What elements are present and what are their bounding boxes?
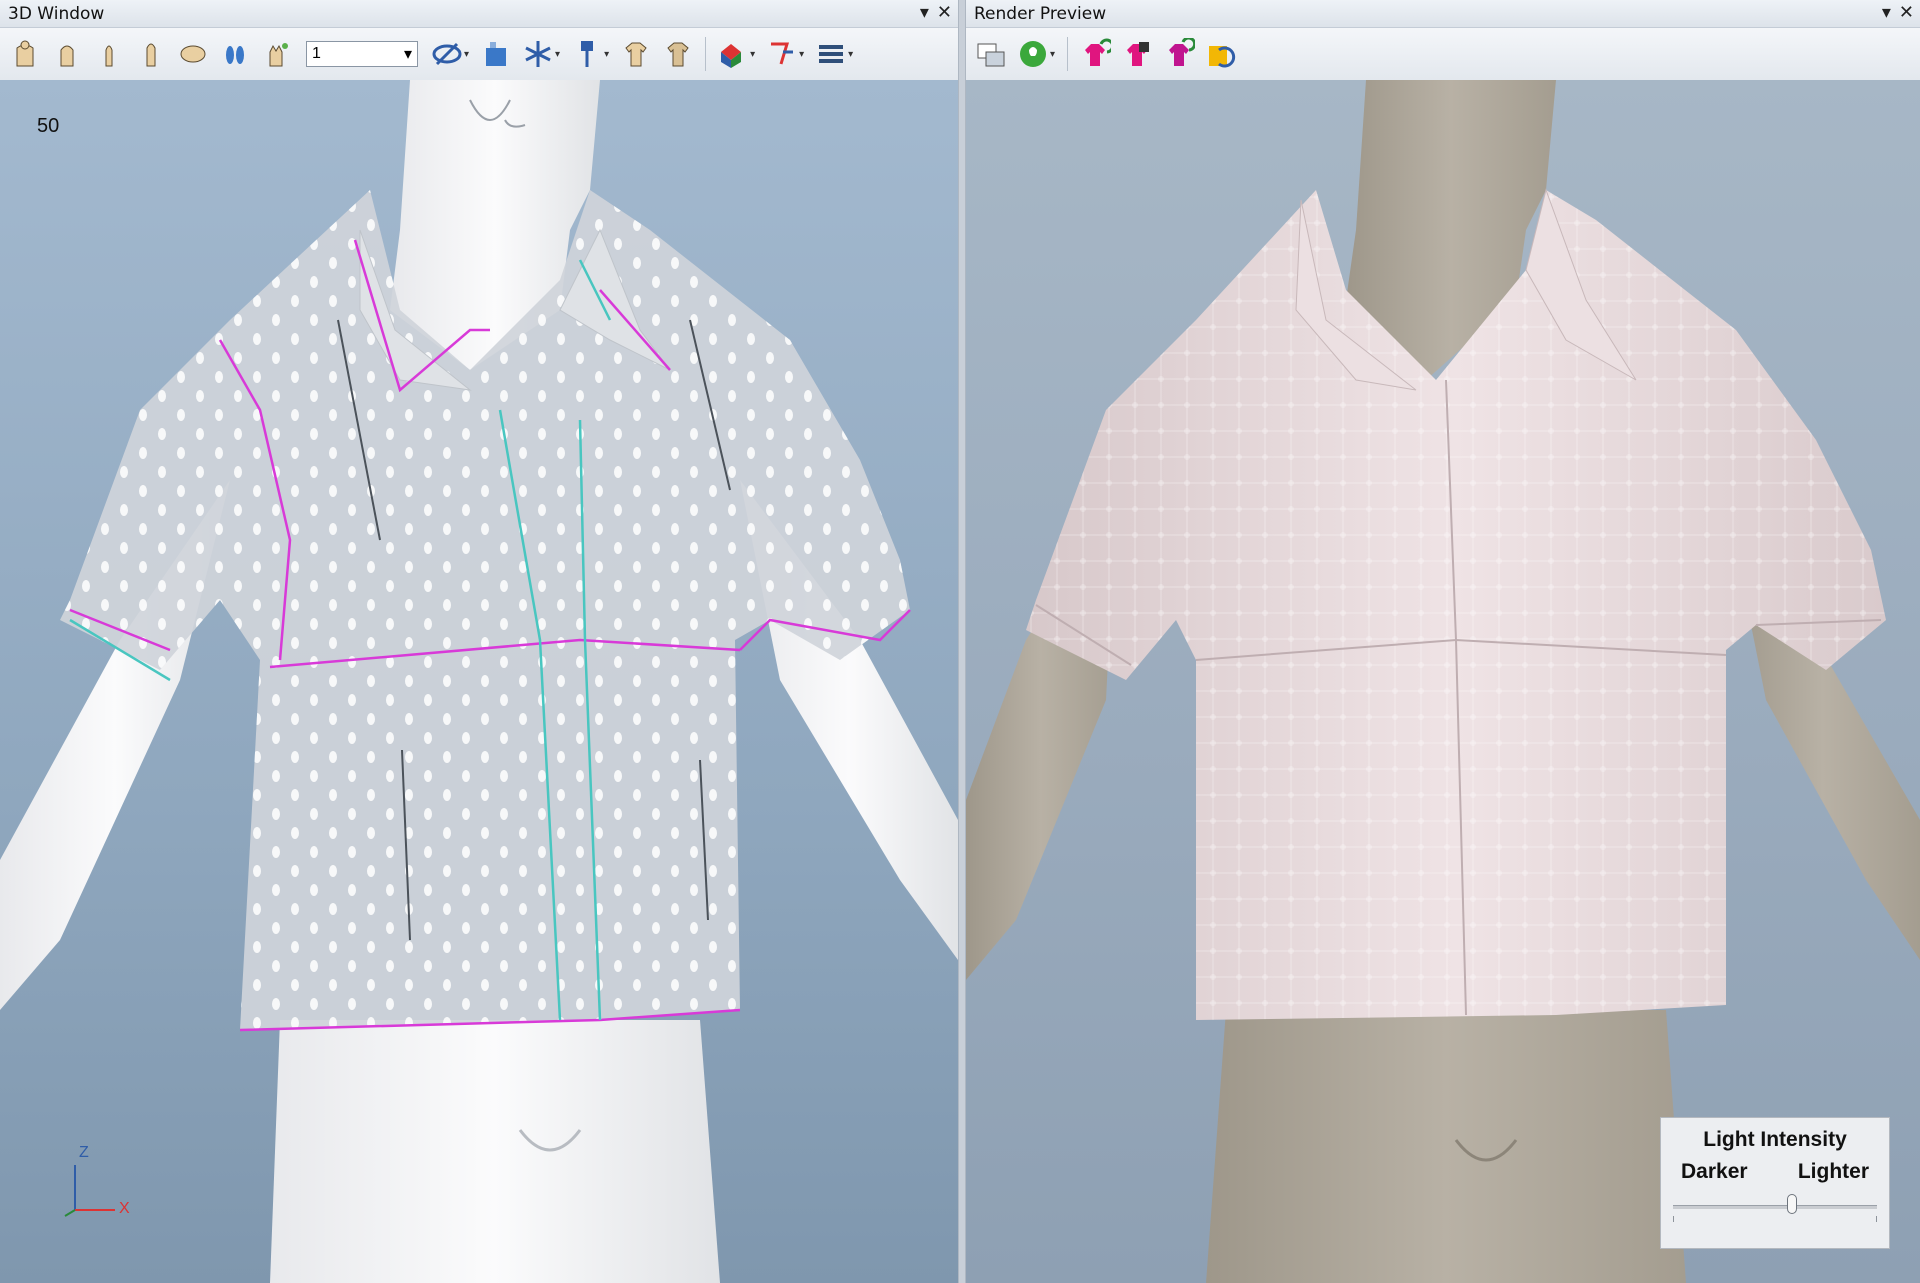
avatar-hand-icon[interactable] xyxy=(258,35,296,73)
avatar-front-icon[interactable] xyxy=(6,35,44,73)
3d-window-toolbar: 1 ▾ ▾ ▾ ▾ ▾ ▾ ▾ xyxy=(0,28,958,81)
chevron-down-icon[interactable]: ▾ xyxy=(604,49,609,60)
3d-window-titlebar: 3D Window ▾ ✕ xyxy=(0,0,958,28)
render-preview-panel: Render Preview ▾ ✕ ▾ Light Intensity Dar… xyxy=(966,0,1920,1283)
chevron-down-icon: ▾ xyxy=(403,46,412,63)
avatar-legs xyxy=(1206,1010,1686,1283)
toolbar-separator xyxy=(705,37,707,71)
z-axis-label: Z xyxy=(79,1144,89,1161)
freeze-icon[interactable] xyxy=(519,35,557,73)
render-viewport[interactable]: Light Intensity Darker Lighter xyxy=(966,80,1920,1283)
garment-back-icon[interactable] xyxy=(659,35,697,73)
frame-select[interactable]: 1 ▾ xyxy=(306,41,418,67)
transparency-icon[interactable] xyxy=(428,35,466,73)
tape-measure-icon[interactable] xyxy=(763,35,801,73)
avatar-side-icon[interactable] xyxy=(90,35,128,73)
axis-gizmo: Z X xyxy=(55,1140,145,1220)
render-preview-titlebar: Render Preview ▾ ✕ xyxy=(966,0,1920,28)
avatar-3d-scene xyxy=(0,80,958,1283)
avatar-top-icon[interactable] xyxy=(174,35,212,73)
menu-icon[interactable] xyxy=(812,35,850,73)
panel-menu-chevron-icon[interactable]: ▾ xyxy=(1882,2,1891,23)
render-scene xyxy=(966,80,1920,1283)
shape-icon[interactable] xyxy=(714,35,752,73)
chevron-down-icon[interactable]: ▾ xyxy=(464,49,469,60)
light-intensity-slider-thumb[interactable] xyxy=(1786,1194,1797,1214)
3d-viewport[interactable]: 50 Z X xyxy=(0,80,958,1283)
lighter-label: Lighter xyxy=(1797,1160,1869,1183)
chevron-down-icon[interactable]: ▾ xyxy=(555,49,560,60)
darker-label: Darker xyxy=(1681,1160,1748,1183)
close-icon[interactable]: ✕ xyxy=(1899,2,1914,23)
refresh-render-icon[interactable] xyxy=(1202,35,1240,73)
avatar-back-icon[interactable] xyxy=(132,35,170,73)
color-back-icon[interactable] xyxy=(1160,35,1198,73)
3d-window-panel: 3D Window ▾ ✕ 1 ▾ ▾ ▾ ▾ ▾ ▾ ▾ 50 Z X xyxy=(0,0,958,1283)
avatar-feet-icon[interactable] xyxy=(216,35,254,73)
panel-title: 3D Window xyxy=(8,3,105,24)
panel-menu-chevron-icon[interactable]: ▾ xyxy=(920,2,929,23)
chevron-down-icon[interactable]: ▾ xyxy=(750,49,755,60)
panel-title: Render Preview xyxy=(974,3,1107,24)
toolbar-separator xyxy=(1067,37,1069,71)
light-intensity-slider-track[interactable] xyxy=(1673,1205,1877,1209)
frame-number-label: 50 xyxy=(37,115,60,137)
light-intensity-title: Light Intensity xyxy=(1703,1128,1847,1151)
panel-splitter[interactable] xyxy=(958,0,966,1283)
color-alt-icon[interactable] xyxy=(1118,35,1156,73)
slider-ticks xyxy=(1673,1216,1877,1222)
fabric-icon[interactable] xyxy=(477,35,515,73)
pin-icon[interactable] xyxy=(568,35,606,73)
chevron-down-icon[interactable]: ▾ xyxy=(799,49,804,60)
chevron-down-icon[interactable]: ▾ xyxy=(1050,49,1055,60)
render-settings-icon[interactable] xyxy=(972,35,1010,73)
avatar-torso-icon[interactable] xyxy=(48,35,86,73)
render-preview-toolbar: ▾ xyxy=(966,28,1920,81)
color-front-icon[interactable] xyxy=(1076,35,1114,73)
light-intensity-panel: Light Intensity Darker Lighter xyxy=(1660,1117,1890,1249)
avatar-legs xyxy=(270,1020,720,1283)
frame-select-value: 1 xyxy=(312,45,321,62)
x-axis-label: X xyxy=(119,1200,130,1217)
chevron-down-icon[interactable]: ▾ xyxy=(848,49,853,60)
light-bulb-icon[interactable] xyxy=(1014,35,1052,73)
garment-front-icon[interactable] xyxy=(617,35,655,73)
close-icon[interactable]: ✕ xyxy=(937,2,952,23)
